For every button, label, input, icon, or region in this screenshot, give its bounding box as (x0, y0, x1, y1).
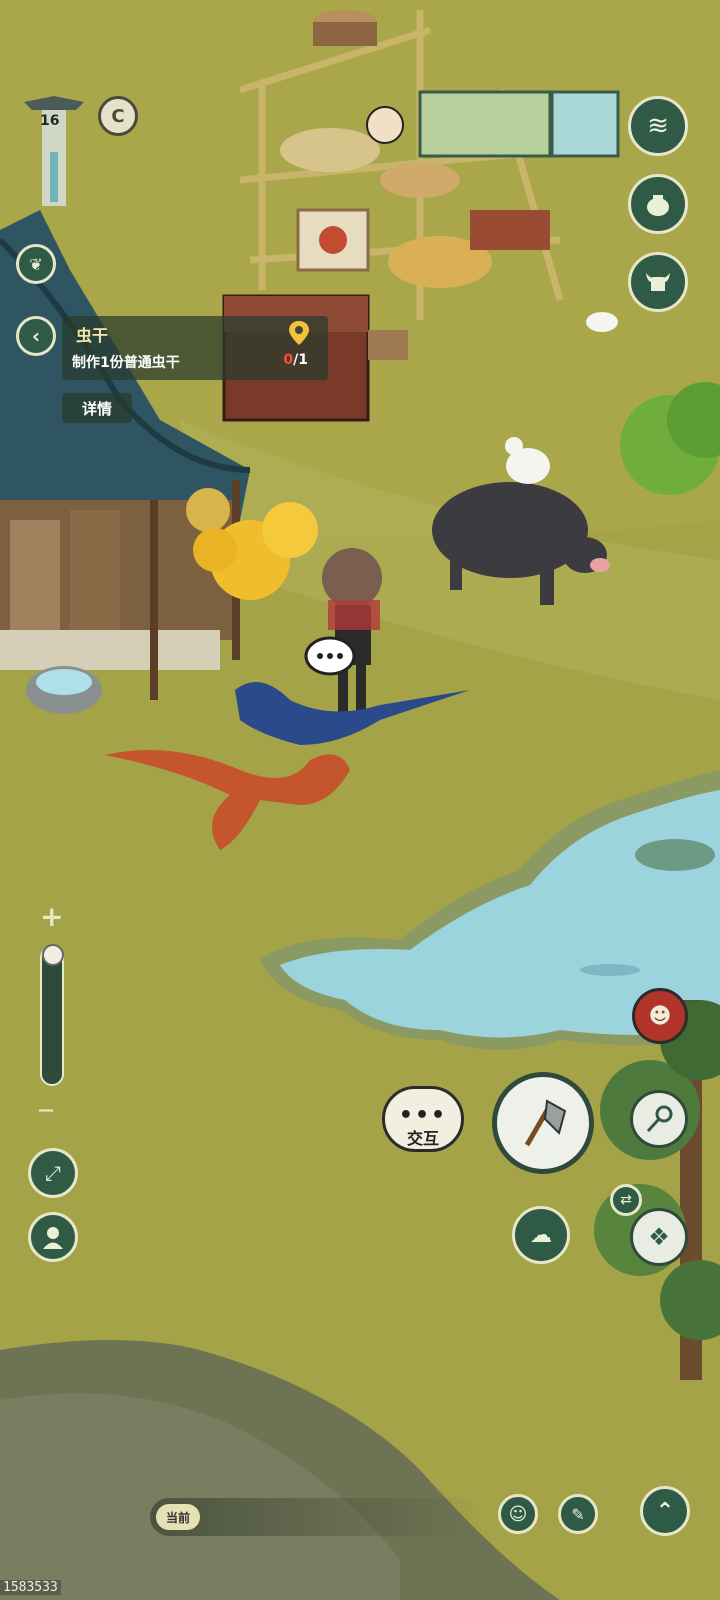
quest-progress-total: /1 (293, 352, 308, 368)
pot-button[interactable] (628, 174, 688, 234)
zoom-in-button[interactable]: + (40, 900, 63, 933)
player-uid: 1583533 (0, 1580, 61, 1595)
cloud-skill-button[interactable]: ☁ (512, 1206, 570, 1264)
quest-title: 虫干 (76, 326, 109, 345)
chop-axe-button[interactable] (492, 1072, 594, 1174)
quest-details-button[interactable]: 详情 (62, 393, 132, 423)
swap-icon: ⇄ (620, 1192, 632, 1208)
character-icon (43, 1227, 63, 1249)
zoom-slider-handle[interactable] (42, 944, 64, 966)
wave-skill-button[interactable]: ≋ (628, 96, 688, 156)
wave-icon: ≋ (647, 111, 669, 141)
character-button[interactable] (28, 1212, 78, 1262)
swap-tool-button[interactable]: ⇄ (610, 1184, 642, 1216)
fire-skill-button[interactable]: ☻ (632, 988, 688, 1044)
quest-progress-current: 0 (283, 352, 294, 368)
quest-description: 制作1份普通虫干 (72, 355, 180, 371)
location-pin-icon[interactable] (288, 320, 310, 346)
zoom-out-button[interactable]: — (38, 1100, 54, 1119)
cloud-icon: ☁ (530, 1222, 552, 1248)
leaf-button[interactable]: ❦ (16, 244, 56, 284)
ox-icon (646, 273, 670, 291)
leaf-icon: ❦ (29, 254, 43, 274)
zoom-slider[interactable] (40, 946, 64, 1086)
pen-icon: ✎ (571, 1504, 585, 1524)
edit-button[interactable]: ✎ (558, 1494, 598, 1534)
tower-icon (24, 96, 84, 206)
chat-bar[interactable]: 当前 (150, 1498, 480, 1536)
expand-menu-button[interactable]: ⌃ (640, 1486, 690, 1536)
net-tool-button[interactable] (630, 1090, 688, 1148)
expand-icon: ⤢ (45, 1161, 61, 1185)
smile-icon: ☺ (508, 1503, 528, 1525)
currency-icon[interactable]: C (98, 96, 138, 136)
emote-button[interactable]: ☺ (498, 1494, 538, 1534)
expand-button[interactable]: ⤢ (28, 1148, 78, 1198)
pot-icon (647, 195, 669, 216)
player-level: 16 (40, 113, 60, 129)
quest-progress: 0/1 (283, 352, 308, 368)
chat-channel-tag[interactable]: 当前 (156, 1504, 200, 1530)
chevron-left-icon: ‹ (31, 324, 41, 348)
compass-icon: ❖ (648, 1223, 670, 1251)
collapse-quest-button[interactable]: ‹ (16, 316, 56, 356)
interact-label: 交互 (406, 1129, 439, 1148)
game-world[interactable] (0, 0, 720, 1600)
level-emblem[interactable] (16, 92, 92, 212)
demon-face-icon: ☻ (648, 1003, 672, 1029)
chevron-up-icon: ⌃ (655, 1498, 675, 1524)
ox-button[interactable] (628, 252, 688, 312)
quest-tracker[interactable]: 虫干 制作1份普通虫干 0/1 (62, 316, 328, 380)
net-icon (646, 1105, 673, 1133)
compass-button[interactable]: ❖ (630, 1208, 688, 1266)
axe-icon (524, 1099, 567, 1147)
interact-button[interactable]: ••• 交互 (382, 1086, 464, 1152)
